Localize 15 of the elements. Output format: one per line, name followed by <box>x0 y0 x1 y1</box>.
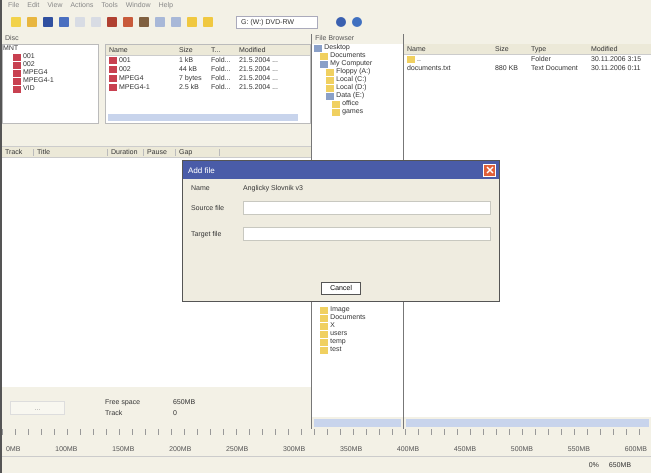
scrollbar[interactable] <box>314 419 401 427</box>
dialog-title: Add file <box>188 166 215 174</box>
toolbar-icon[interactable] <box>58 16 71 28</box>
toolbar-icon[interactable] <box>335 16 348 28</box>
folder-icon <box>407 56 415 63</box>
toolbar-icon[interactable] <box>138 16 151 28</box>
scrollbar[interactable] <box>406 419 649 427</box>
toolbar-icon[interactable] <box>42 16 55 28</box>
toolbar-icon[interactable] <box>122 16 135 28</box>
scrollbar[interactable] <box>108 114 298 121</box>
toolbar-icon[interactable] <box>351 16 364 28</box>
input-field[interactable] <box>243 227 491 241</box>
toolbar-icon[interactable] <box>106 16 119 28</box>
close-icon[interactable] <box>483 164 496 176</box>
input-field[interactable] <box>243 201 491 215</box>
